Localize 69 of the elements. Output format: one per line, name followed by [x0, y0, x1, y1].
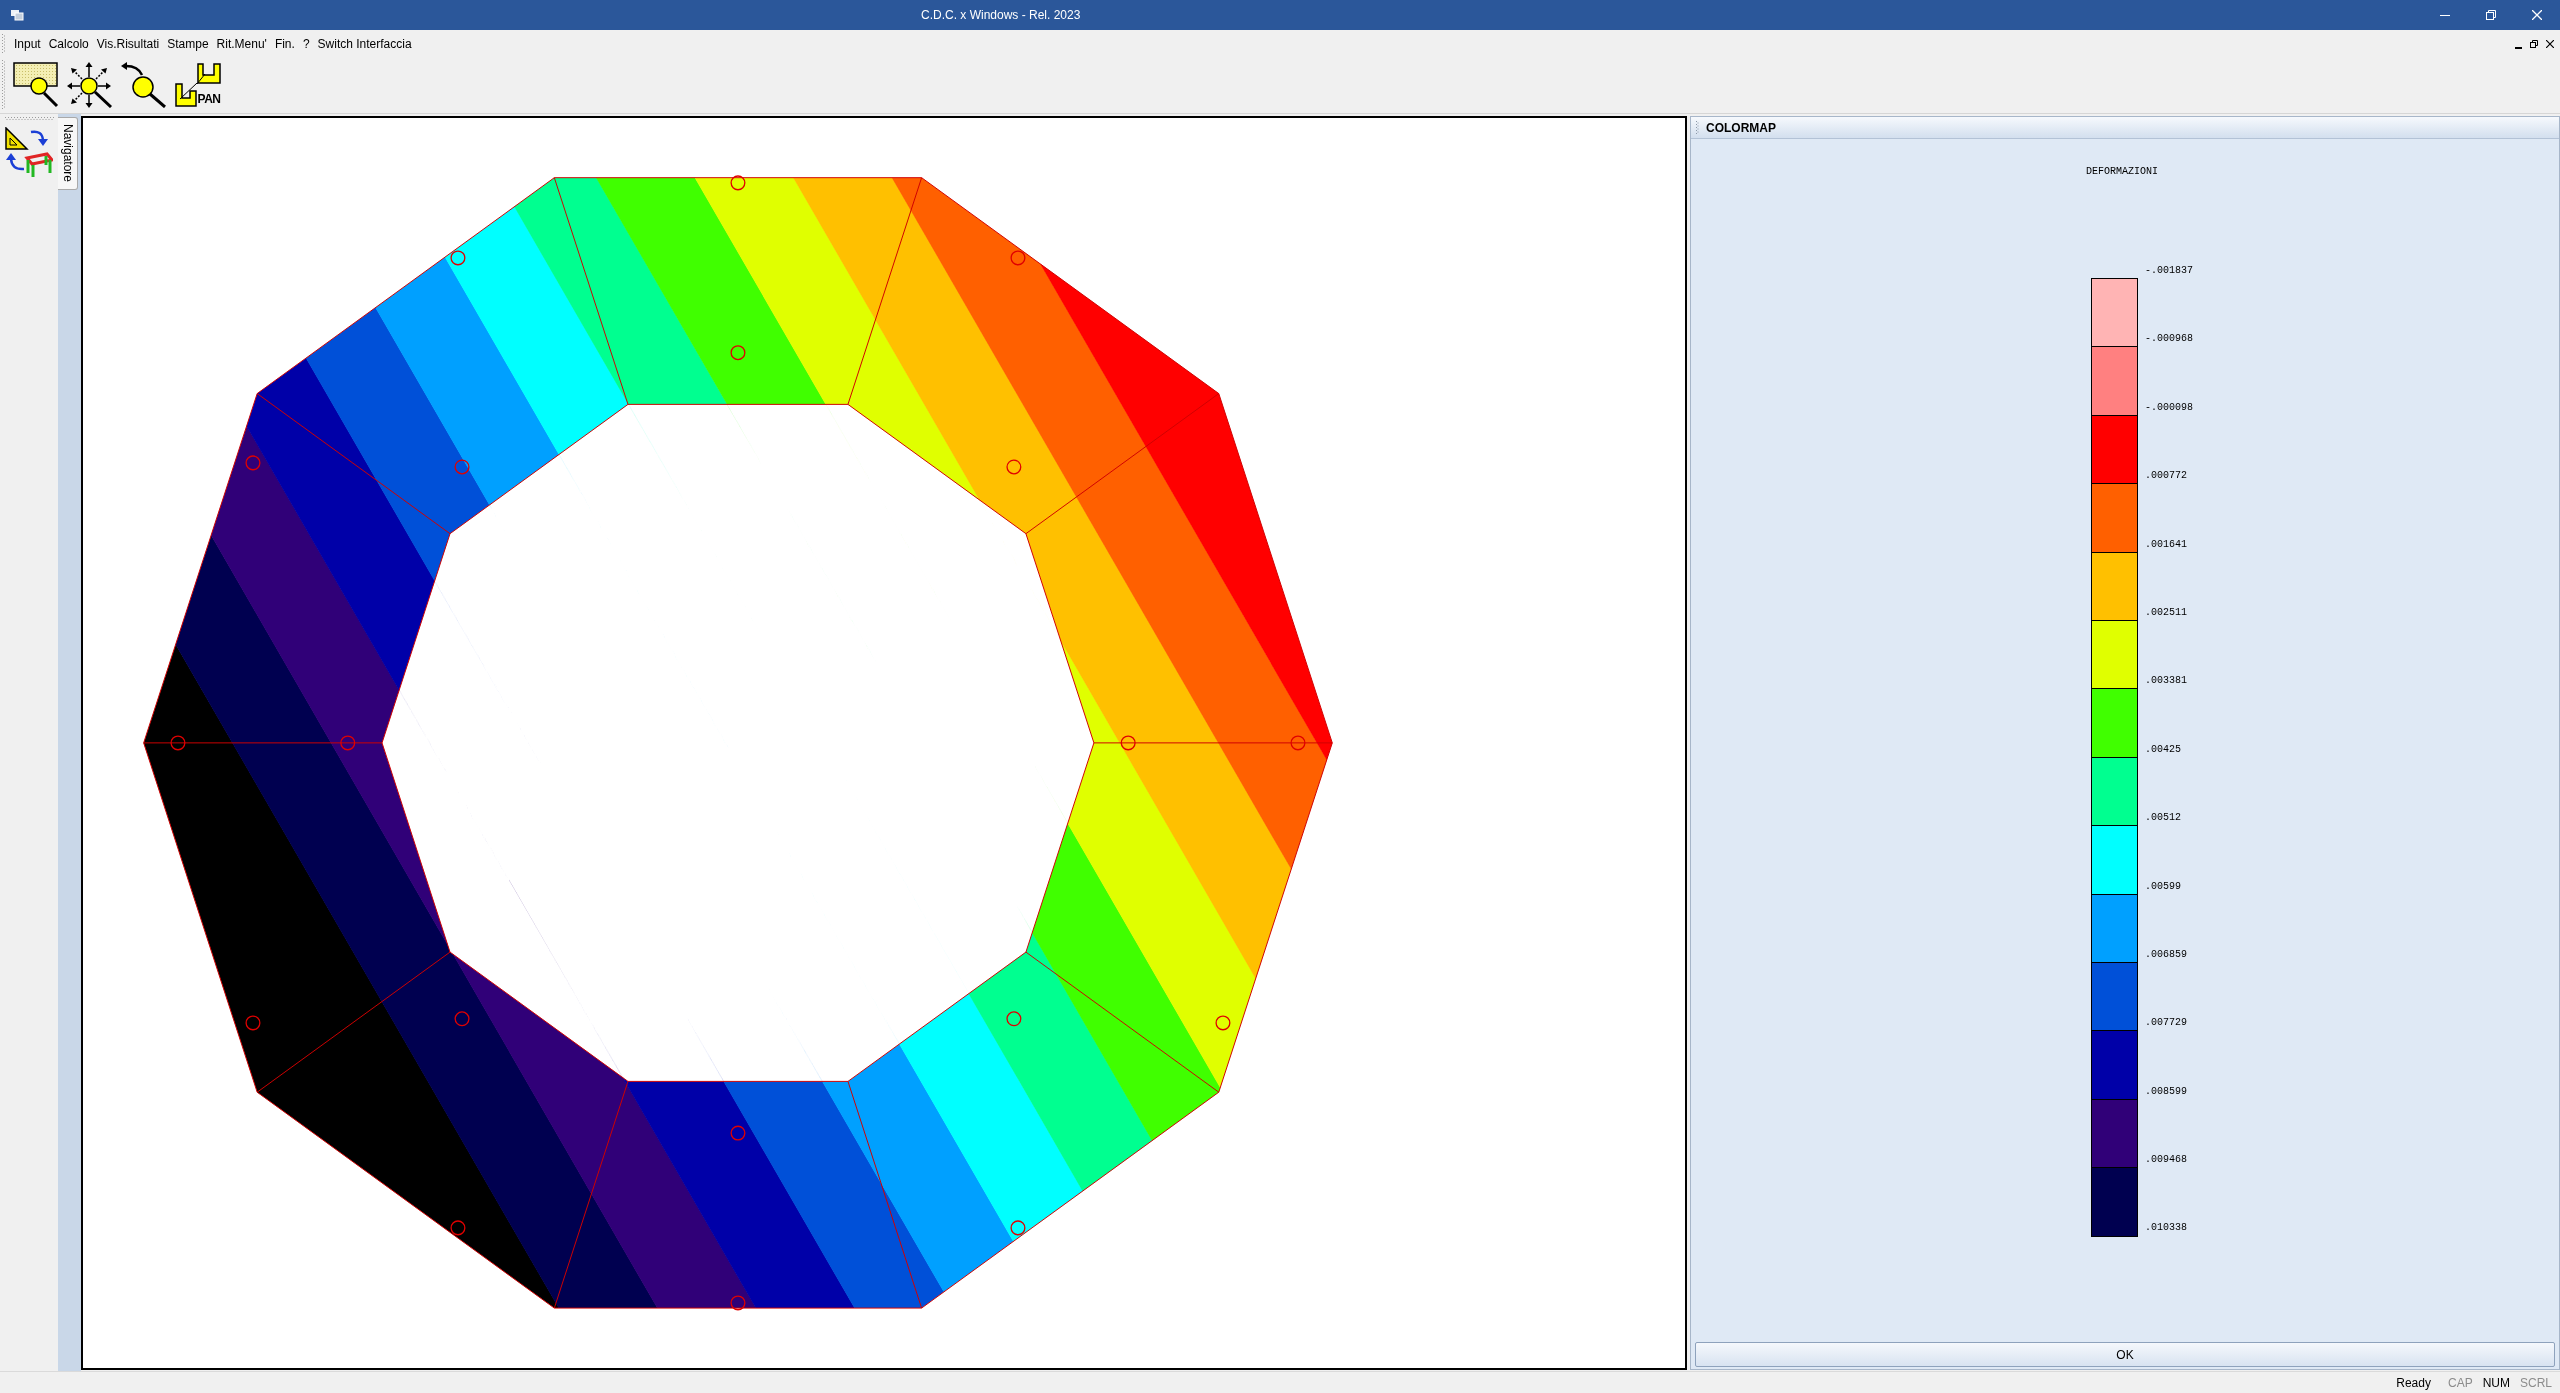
node-marker-icon — [1006, 1011, 1022, 1027]
node-marker-icon — [1120, 735, 1136, 751]
magnifier-curved-arrow-icon[interactable] — [121, 62, 167, 108]
pan-button[interactable]: PAN — [175, 62, 223, 108]
magnifier-arrows-icon[interactable] — [67, 62, 113, 108]
magnifier-frame-icon[interactable] — [13, 62, 59, 108]
scale-label: .00599 — [2145, 880, 2182, 893]
scale-label: .006859 — [2145, 948, 2188, 961]
restore-icon[interactable] — [2486, 10, 2496, 20]
restore-icon[interactable] — [2530, 39, 2538, 48]
node-marker-icon — [340, 735, 356, 751]
step-shape-icon — [197, 62, 221, 85]
node-marker-icon — [730, 175, 746, 191]
pan-label: PAN — [197, 93, 221, 106]
set-square-frame-icon[interactable] — [5, 127, 53, 177]
menu-item[interactable]: Input — [10, 33, 45, 54]
status-indicator: SCRL — [2520, 1374, 2552, 1391]
menu-item[interactable]: Vis.Risultati — [92, 33, 164, 54]
close-icon[interactable] — [2546, 39, 2554, 48]
ok-button[interactable]: OK — [1695, 1342, 2555, 1367]
menu-item[interactable]: ? — [298, 33, 314, 54]
panel-title: COLORMAP — [1706, 119, 1776, 136]
node-marker-icon — [450, 250, 466, 266]
scale-label: .003381 — [2145, 675, 2188, 688]
node-marker-icon — [1010, 250, 1026, 266]
app-icon — [11, 9, 24, 21]
scale-label: .010338 — [2145, 1222, 2188, 1235]
scale-label: .001641 — [2145, 538, 2188, 551]
step-shape-line-icon — [175, 83, 197, 107]
scale-label: .002511 — [2145, 606, 2188, 619]
colormap-heading: DEFORMAZIONI — [2086, 166, 2158, 178]
node-marker-icon — [1010, 1220, 1026, 1236]
scale-label: .00425 — [2145, 743, 2182, 756]
node-marker-icon — [454, 459, 470, 475]
node-marker-icon — [730, 345, 746, 361]
minimize-icon[interactable] — [2515, 46, 2522, 49]
node-marker-icon — [245, 455, 261, 471]
menu-item[interactable]: Fin. — [270, 33, 299, 54]
node-marker-icon — [1006, 459, 1022, 475]
scale-label: .009468 — [2145, 1154, 2188, 1167]
navigator-tab[interactable]: Navigatore — [58, 117, 78, 190]
scale-label: .008599 — [2145, 1085, 2188, 1098]
menu-item[interactable]: Stampe — [163, 33, 213, 54]
minimize-icon[interactable] — [2440, 14, 2450, 16]
status-indicator: NUM — [2482, 1374, 2510, 1391]
node-marker-icon — [730, 1295, 746, 1311]
node-marker-icon — [170, 735, 186, 751]
node-marker-icon — [454, 1011, 470, 1027]
grip-icon[interactable] — [5, 117, 55, 121]
node-marker-icon — [245, 1015, 261, 1031]
menu-item[interactable]: Rit.Menu' — [212, 33, 271, 54]
scale-label: -.001837 — [2145, 265, 2193, 277]
scale-label: .007729 — [2145, 1017, 2188, 1030]
node-marker-icon — [730, 1125, 746, 1141]
status-indicator: CAP — [2447, 1374, 2473, 1391]
scale-label: -.000968 — [2145, 333, 2193, 346]
node-marker-icon — [1215, 1015, 1231, 1031]
grip-icon[interactable] — [2, 33, 6, 54]
node-marker-icon — [1290, 735, 1306, 751]
grip-icon[interactable] — [2, 60, 6, 110]
scale-label: -.000098 — [2145, 401, 2193, 414]
grip-icon[interactable] — [1696, 120, 1699, 135]
menu-item[interactable]: Switch Interfaccia — [313, 33, 416, 54]
status-text: Ready — [2396, 1374, 2431, 1391]
menu-item[interactable]: Calcolo — [44, 33, 93, 54]
node-marker-icon — [450, 1220, 466, 1236]
scale-label: .000772 — [2145, 470, 2188, 483]
scale-label: .00512 — [2145, 812, 2182, 825]
window-title: C.D.C. x Windows - Rel. 2023 — [921, 7, 1081, 23]
